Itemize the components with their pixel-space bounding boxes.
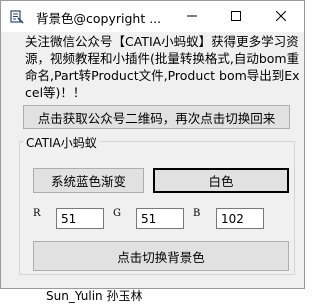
white-button[interactable]: 白色	[153, 168, 289, 193]
color-dialog-window: 背景色@copyright ... 关注微信公众号【CATIA小蚂蚁】获得更多学…	[0, 0, 305, 289]
title-bar[interactable]: 背景色@copyright ...	[1, 1, 304, 32]
g-input[interactable]	[136, 208, 184, 229]
description-text: 关注微信公众号【CATIA小蚂蚁】获得更多学习资源，视频教程和小插件(批量转换格…	[25, 34, 300, 100]
g-label: G	[113, 208, 121, 219]
minimize-button[interactable]	[170, 1, 214, 32]
get-qr-code-button[interactable]: 点击获取公众号二维码，再次点击切换回来	[23, 105, 290, 129]
switch-background-button[interactable]: 点击切换背景色	[33, 241, 289, 271]
r-input[interactable]	[56, 208, 104, 229]
group-box-label: CATIA小蚂蚁	[24, 134, 99, 151]
maximize-icon	[231, 11, 241, 21]
close-icon	[276, 11, 286, 21]
b-input[interactable]	[216, 208, 264, 229]
minimize-icon	[187, 15, 197, 17]
catia-app-icon	[10, 10, 24, 24]
window-title: 背景色@copyright ...	[36, 11, 162, 26]
close-button[interactable]	[259, 1, 303, 32]
r-label: R	[33, 208, 41, 219]
system-blue-gradient-button[interactable]: 系统蓝色渐变	[33, 168, 144, 193]
maximize-button[interactable]	[214, 1, 258, 32]
b-label: B	[193, 208, 201, 219]
